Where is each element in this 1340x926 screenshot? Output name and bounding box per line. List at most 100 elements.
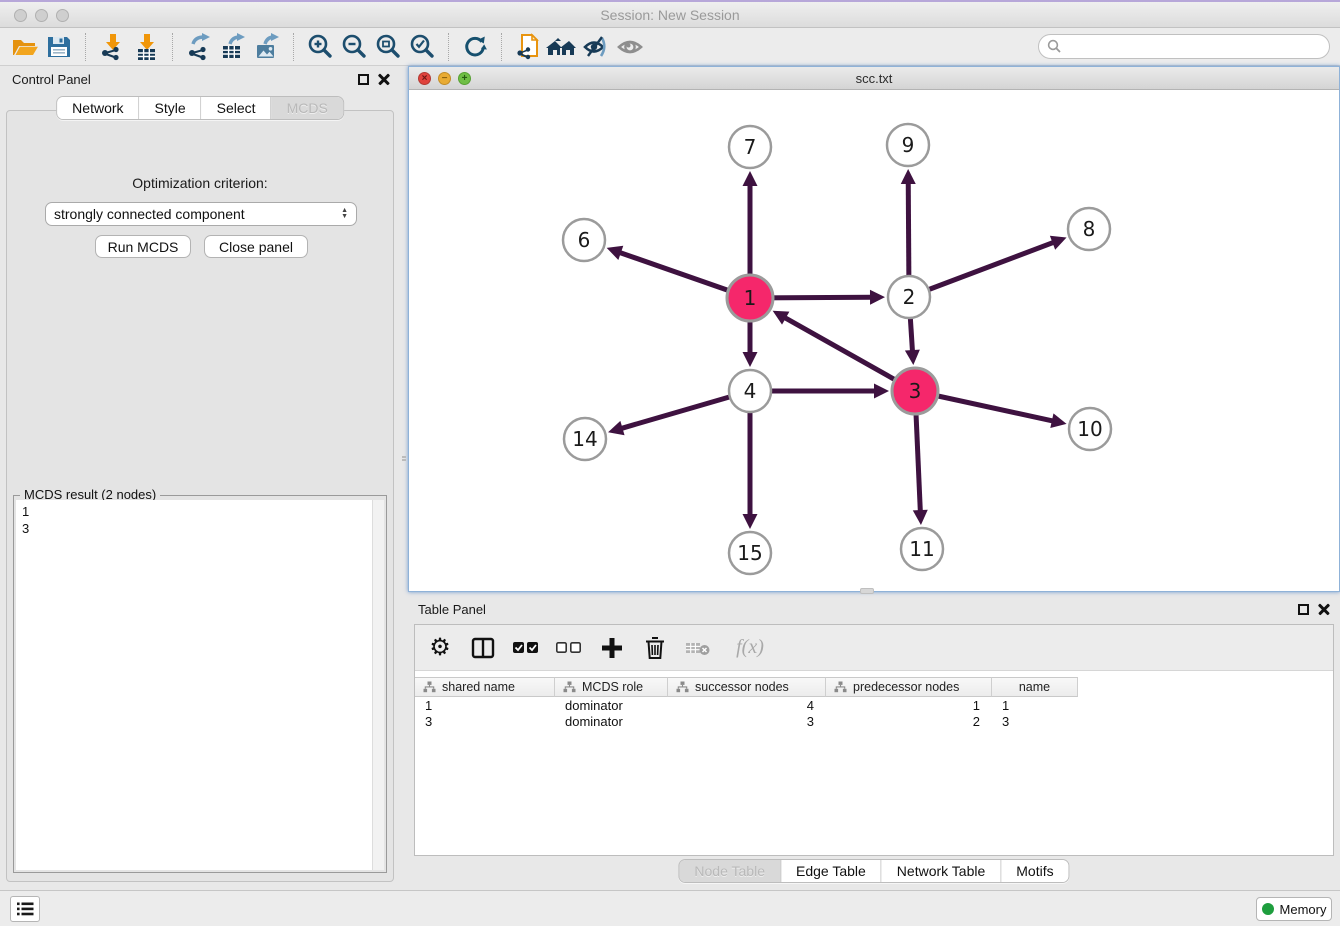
- vertical-splitter-handle[interactable]: [401, 450, 407, 464]
- table-panel-tabs: Node TableEdge TableNetwork TableMotifs: [678, 859, 1069, 883]
- delete-table-icon: [685, 635, 711, 661]
- float-table-panel-icon[interactable]: [1298, 604, 1309, 615]
- graph-edge-arrowhead: [743, 514, 758, 529]
- tab-network[interactable]: Network: [57, 97, 139, 119]
- control-panel-title: Control Panel: [12, 72, 91, 87]
- memory-button[interactable]: Memory: [1256, 897, 1332, 921]
- close-panel-icon[interactable]: [378, 73, 390, 85]
- tab-mcds[interactable]: MCDS: [272, 97, 343, 119]
- function-icon: f(x): [728, 635, 772, 661]
- network-canvas[interactable]: 7968124314101511: [409, 90, 1339, 591]
- network-graph: 7968124314101511: [409, 90, 1339, 591]
- table-panel-header: Table Panel: [408, 596, 1340, 624]
- column-header-shared-name[interactable]: shared name: [415, 677, 555, 697]
- graph-edge-arrowhead: [905, 350, 920, 365]
- table-body: 1dominator4113dominator323: [415, 697, 1333, 729]
- export-network-icon[interactable]: [182, 31, 216, 63]
- graph-edge-arrowhead: [743, 352, 758, 367]
- tab-select[interactable]: Select: [202, 97, 272, 119]
- show-details-icon[interactable]: [613, 31, 647, 63]
- status-bar: Memory: [0, 890, 1340, 926]
- dropdown-stepper-icon: ▲▼: [341, 208, 348, 220]
- graph-edge-arrowhead: [874, 384, 889, 399]
- task-history-button[interactable]: [10, 896, 40, 922]
- table-row[interactable]: 3dominator323: [415, 713, 1333, 729]
- clone-network-icon[interactable]: [511, 31, 545, 63]
- float-panel-icon[interactable]: [358, 74, 369, 85]
- toolbar-separator: [448, 33, 449, 61]
- graph-node-label-4: 4: [744, 379, 757, 403]
- tab-edge-table[interactable]: Edge Table: [781, 860, 882, 882]
- table-cell: 1: [992, 697, 1078, 713]
- home-icon[interactable]: [545, 31, 579, 63]
- mcds-result-group: MCDS result (2 nodes) 1 3: [13, 495, 387, 873]
- run-mcds-button[interactable]: Run MCDS: [95, 235, 191, 258]
- zoom-in-icon[interactable]: [303, 31, 337, 63]
- graph-edge-arrowhead: [1050, 413, 1066, 428]
- table-cell: 3: [415, 713, 555, 729]
- column-header-MCDS-role[interactable]: MCDS role: [555, 677, 668, 697]
- optimization-criterion-label: Optimization criterion:: [7, 175, 393, 191]
- search-box[interactable]: [1038, 34, 1330, 59]
- toolbar-separator: [85, 33, 86, 61]
- toolbar-separator: [172, 33, 173, 61]
- graph-node-label-1: 1: [744, 286, 757, 310]
- network-view-window: × − + scc.txt 7968124314101511: [408, 66, 1340, 592]
- network-view-title: scc.txt: [409, 71, 1339, 86]
- table-row[interactable]: 1dominator411: [415, 697, 1333, 713]
- table-cell: dominator: [555, 713, 668, 729]
- graph-node-label-11: 11: [909, 537, 934, 561]
- result-scrollbar[interactable]: [372, 500, 384, 870]
- export-image-icon[interactable]: [250, 31, 284, 63]
- delete-icon[interactable]: [642, 635, 668, 661]
- table-cell: 2: [826, 713, 992, 729]
- column-header-predecessor-nodes[interactable]: predecessor nodes: [826, 677, 992, 697]
- mcds-result-text[interactable]: 1 3: [16, 500, 384, 870]
- deselect-all-icon[interactable]: [556, 635, 582, 661]
- import-table-icon[interactable]: [129, 31, 163, 63]
- table-cell: 1: [826, 697, 992, 713]
- column-header-successor-nodes[interactable]: successor nodes: [668, 677, 826, 697]
- table-panel: Table Panel ⚙: [408, 596, 1340, 886]
- zoom-out-icon[interactable]: [337, 31, 371, 63]
- table-cell: dominator: [555, 697, 668, 713]
- graph-node-label-9: 9: [902, 133, 915, 157]
- titlebar: Session: New Session: [0, 2, 1340, 28]
- control-panel-header: Control Panel: [0, 66, 400, 94]
- split-panel-icon[interactable]: [470, 635, 496, 661]
- import-network-icon[interactable]: [95, 31, 129, 63]
- column-type-icon: [563, 681, 576, 693]
- graph-node-label-6: 6: [578, 228, 591, 252]
- gear-icon[interactable]: ⚙: [427, 635, 453, 661]
- close-panel-button[interactable]: Close panel: [204, 235, 308, 258]
- graph-node-label-3: 3: [909, 379, 922, 403]
- graph-node-label-2: 2: [903, 285, 916, 309]
- tab-motifs[interactable]: Motifs: [1001, 860, 1068, 882]
- column-type-icon: [834, 681, 847, 693]
- select-all-icon[interactable]: [513, 635, 539, 661]
- list-icon: [16, 901, 34, 917]
- network-view-titlebar[interactable]: × − + scc.txt: [409, 67, 1339, 90]
- tab-network-table[interactable]: Network Table: [882, 860, 1001, 882]
- save-icon[interactable]: [42, 31, 76, 63]
- graph-node-label-7: 7: [744, 135, 757, 159]
- tab-node-table[interactable]: Node Table: [679, 860, 781, 882]
- graph-edge-2-8[interactable]: [909, 242, 1054, 297]
- optimization-criterion-select[interactable]: strongly connected component ▲▼: [45, 202, 357, 226]
- memory-label: Memory: [1280, 902, 1327, 917]
- close-table-panel-icon[interactable]: [1318, 603, 1330, 615]
- toolbar-separator: [293, 33, 294, 61]
- search-input[interactable]: [1067, 38, 1321, 55]
- window-title: Session: New Session: [0, 7, 1340, 23]
- horizontal-splitter-handle[interactable]: [860, 588, 874, 594]
- tab-style[interactable]: Style: [140, 97, 202, 119]
- zoom-fit-icon[interactable]: [371, 31, 405, 63]
- export-table-icon[interactable]: [216, 31, 250, 63]
- graph-node-label-14: 14: [572, 427, 597, 451]
- refresh-icon[interactable]: [458, 31, 492, 63]
- column-header-name[interactable]: name: [992, 677, 1078, 697]
- add-column-icon[interactable]: [599, 635, 625, 661]
- open-folder-icon[interactable]: [8, 31, 42, 63]
- zoom-selected-icon[interactable]: [405, 31, 439, 63]
- hide-details-icon[interactable]: [579, 31, 613, 63]
